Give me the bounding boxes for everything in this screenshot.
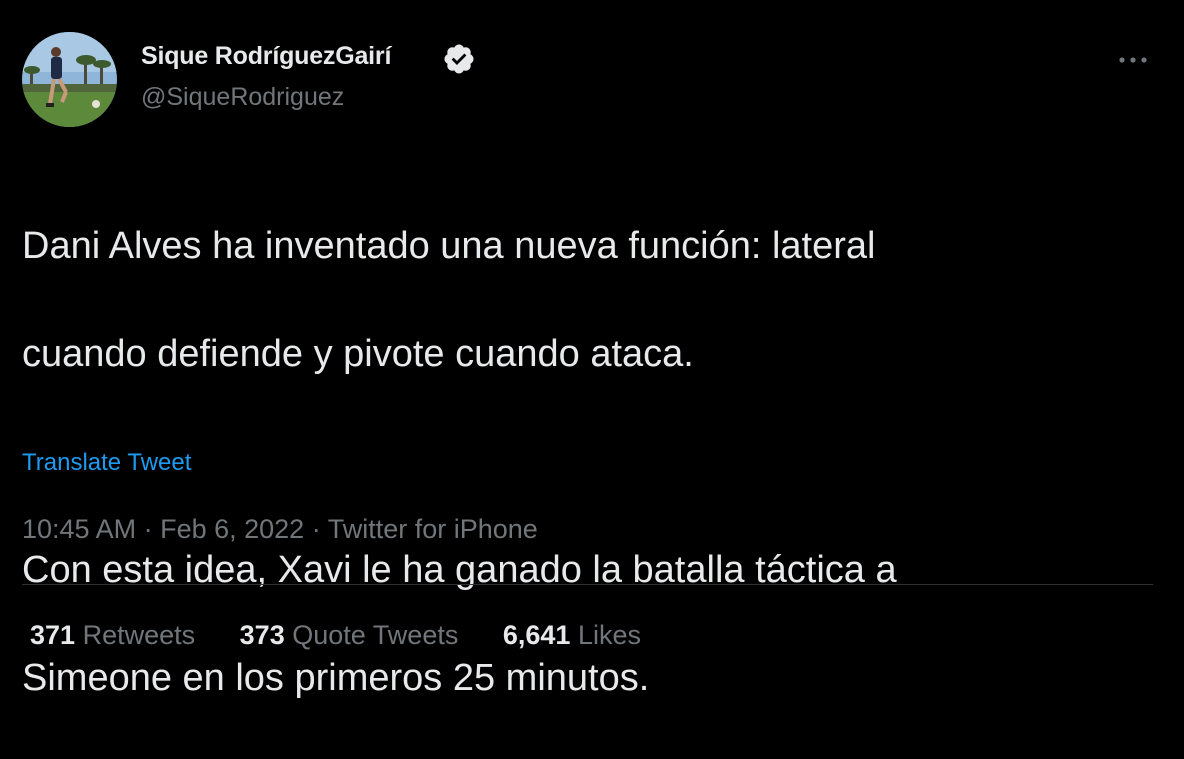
verified-badge-icon — [444, 44, 474, 74]
tweet-date[interactable]: Feb 6, 2022 — [160, 514, 304, 544]
tweet-source[interactable]: Twitter for iPhone — [328, 514, 538, 544]
engagement-stats: 371 Retweets 373 Quote Tweets 6,641 Like… — [30, 620, 678, 651]
avatar-photo — [22, 32, 117, 127]
quote-tweets-label: Quote Tweets — [292, 620, 459, 650]
divider — [22, 584, 1153, 585]
tweet-time[interactable]: 10:45 AM — [22, 514, 136, 544]
tweet-text-line: Simeone en los primeros 25 minutos. — [22, 657, 650, 699]
meta-separator: · — [304, 514, 328, 544]
translate-tweet-link[interactable]: Translate Tweet — [22, 449, 191, 477]
tweet-text-line: Dani Alves ha inventado una nueva funció… — [22, 225, 876, 267]
tweet-detail: Sique RodríguezGairí @SiqueRodriguez Dan… — [0, 0, 1184, 699]
tweet-text-line: cuando defiende y pivote cuando ataca. — [22, 333, 694, 375]
retweets-label: Retweets — [82, 620, 196, 650]
quote-tweets-stat[interactable]: 373 Quote Tweets — [240, 620, 459, 651]
retweets-stat[interactable]: 371 Retweets — [30, 620, 195, 651]
tweet-meta: 10:45 AM · Feb 6, 2022 · Twitter for iPh… — [22, 514, 538, 545]
likes-count: 6,641 — [502, 620, 571, 650]
tweet-text-line: Con esta idea, Xavi le ha ganado la bata… — [22, 549, 897, 591]
author-handle[interactable]: @SiqueRodriguez — [141, 83, 344, 112]
likes-stat[interactable]: 6,641 Likes — [503, 620, 641, 651]
avatar[interactable] — [22, 32, 117, 127]
more-dots-icon[interactable] — [1116, 50, 1150, 70]
author-display-name[interactable]: Sique RodríguezGairí — [141, 42, 391, 71]
meta-separator: · — [136, 514, 161, 544]
likes-label: Likes — [577, 620, 641, 650]
quote-tweets-count: 373 — [239, 620, 285, 650]
retweets-count: 371 — [30, 620, 76, 650]
